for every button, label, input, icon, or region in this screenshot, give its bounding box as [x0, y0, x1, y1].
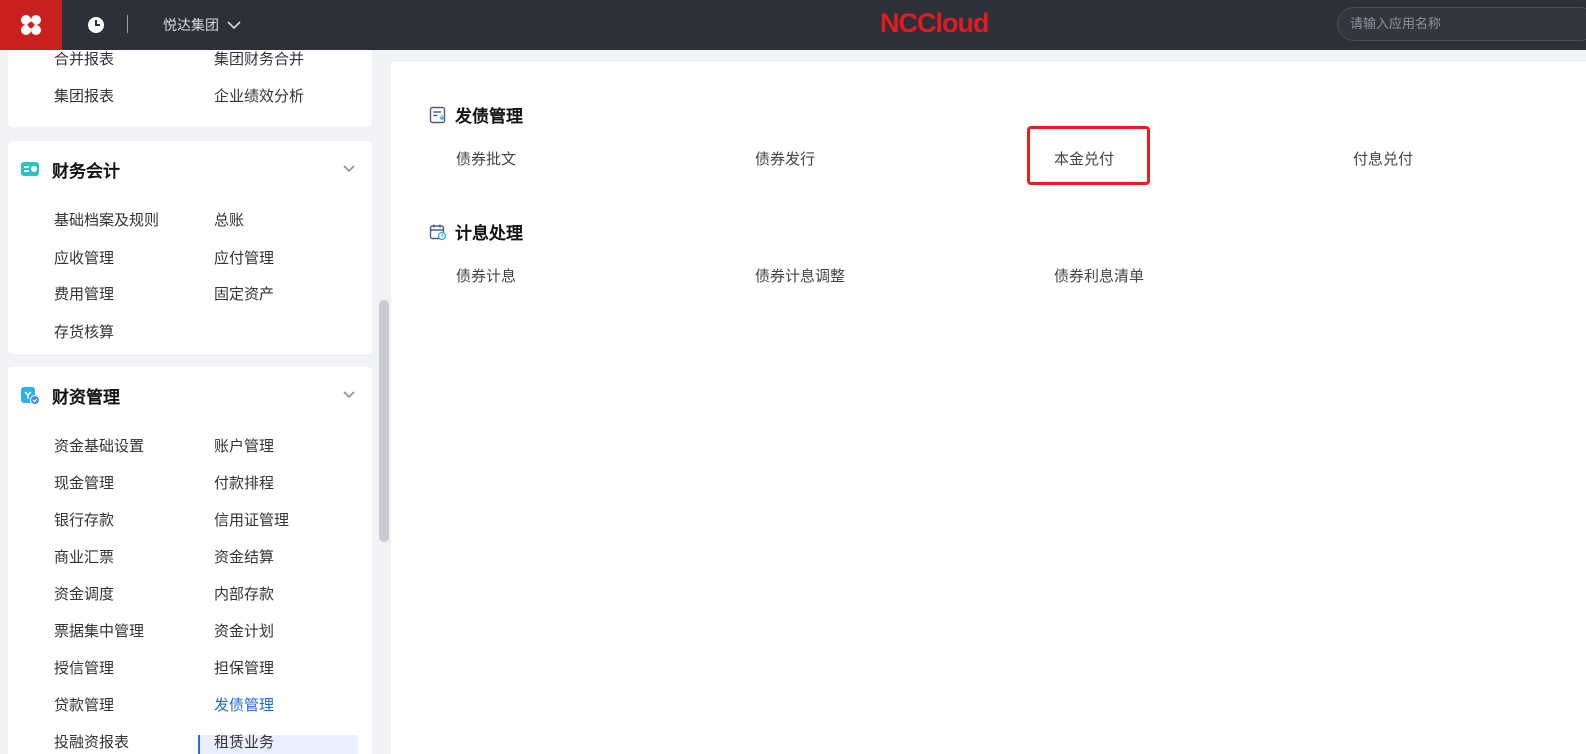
app-link[interactable]: 债券批文 [456, 148, 516, 169]
sidebar-item[interactable]: 资金结算 [214, 546, 274, 567]
section-header: 发债管理 [429, 102, 523, 127]
sidebar-item[interactable]: 集团财务合并 [214, 50, 304, 69]
group-name: 悦达集团 [163, 18, 219, 34]
app-link[interactable]: 债券发行 [755, 148, 815, 169]
app-search-input[interactable] [1337, 7, 1586, 41]
main-panel: 发债管理 债券批文 债券发行 本金兑付 付息兑付 计息处理 债券计息 债券计息调… [391, 62, 1586, 754]
sidebar-card-finance-accounting: 财务会计 基础档案及规则 总账 应收管理 应付管理 费用管理 固定资产 存货核算 [8, 141, 372, 354]
brand-title: NCCloud [880, 8, 989, 38]
sidebar-item[interactable]: 贷款管理 [54, 694, 114, 715]
chevron-down-icon[interactable] [342, 387, 356, 401]
app-logo[interactable] [0, 0, 62, 50]
app-link[interactable]: 债券计息 [456, 265, 516, 286]
document-issue-icon [429, 106, 446, 123]
sidebar-item[interactable]: 信用证管理 [214, 509, 289, 530]
calendar-clock-icon [429, 224, 447, 240]
sidebar-item[interactable]: 资金计划 [214, 620, 274, 641]
sidebar-item[interactable]: 票据集中管理 [54, 620, 144, 641]
sidebar-item[interactable]: 集团报表 [54, 85, 114, 106]
sidebar-item[interactable]: 授信管理 [54, 657, 114, 678]
app-link[interactable]: 付息兑付 [1353, 148, 1413, 169]
chevron-down-icon [227, 21, 241, 30]
sidebar-item[interactable]: 银行存款 [54, 509, 114, 530]
treasury-icon [21, 387, 40, 405]
sidebar-card-treasury: 财资管理 资金基础设置 账户管理 现金管理 付款排程 银行存款 信用证管理 商业… [8, 367, 372, 754]
flower-logo-icon [21, 15, 41, 35]
app-link[interactable]: 债券计息调整 [755, 265, 845, 286]
card-title: 财资管理 [52, 387, 120, 408]
top-bar: 悦达集团 NCCloud [0, 0, 1586, 50]
section-title: 发债管理 [455, 107, 523, 127]
topbar-divider [127, 15, 128, 33]
sidebar-item[interactable]: 账户管理 [214, 435, 274, 456]
sidebar-item[interactable]: 固定资产 [214, 283, 274, 304]
sidebar-item[interactable]: 企业绩效分析 [214, 85, 304, 106]
sidebar-item[interactable]: 存货核算 [54, 321, 114, 342]
section-header: 计息处理 [429, 219, 523, 244]
card-header[interactable]: 财资管理 [20, 383, 120, 408]
sidebar-item[interactable]: 内部存款 [214, 583, 274, 604]
sidebar: 合并报表 集团财务合并 集团报表 企业绩效分析 财务会计 基础档案及规则 总账 … [0, 50, 380, 754]
section-title: 计息处理 [455, 224, 523, 244]
history-clock-icon[interactable] [84, 13, 108, 37]
sidebar-item[interactable]: 商业汇票 [54, 546, 114, 567]
sidebar-item[interactable]: 资金基础设置 [54, 435, 144, 456]
sidebar-item[interactable]: 应付管理 [214, 247, 274, 268]
annotation-highlight-box [1027, 126, 1150, 185]
card-header[interactable]: 财务会计 [20, 157, 120, 182]
sidebar-item[interactable]: 费用管理 [54, 283, 114, 304]
sidebar-item[interactable]: 基础档案及规则 [54, 209, 159, 230]
sidebar-scrollbar[interactable] [379, 300, 389, 542]
sidebar-item[interactable]: 资金调度 [54, 583, 114, 604]
sidebar-item[interactable]: 付款排程 [214, 472, 274, 493]
sidebar-item[interactable]: 现金管理 [54, 472, 114, 493]
sidebar-item[interactable]: 租赁业务 [214, 731, 274, 752]
sidebar-card-consolidation: 合并报表 集团财务合并 集团报表 企业绩效分析 [8, 50, 372, 127]
sidebar-item[interactable]: 应收管理 [54, 247, 114, 268]
sidebar-item-active[interactable]: 发债管理 [214, 694, 274, 715]
sidebar-item[interactable]: 投融资报表 [54, 731, 129, 752]
app-link[interactable]: 债券利息清单 [1054, 265, 1144, 286]
sidebar-item[interactable]: 担保管理 [214, 657, 274, 678]
group-selector[interactable]: 悦达集团 [163, 14, 241, 36]
card-title: 财务会计 [52, 161, 120, 182]
sidebar-item[interactable]: 合并报表 [54, 50, 114, 69]
ledger-icon [21, 162, 39, 176]
chevron-down-icon[interactable] [342, 161, 356, 175]
sidebar-item[interactable]: 总账 [214, 209, 244, 230]
